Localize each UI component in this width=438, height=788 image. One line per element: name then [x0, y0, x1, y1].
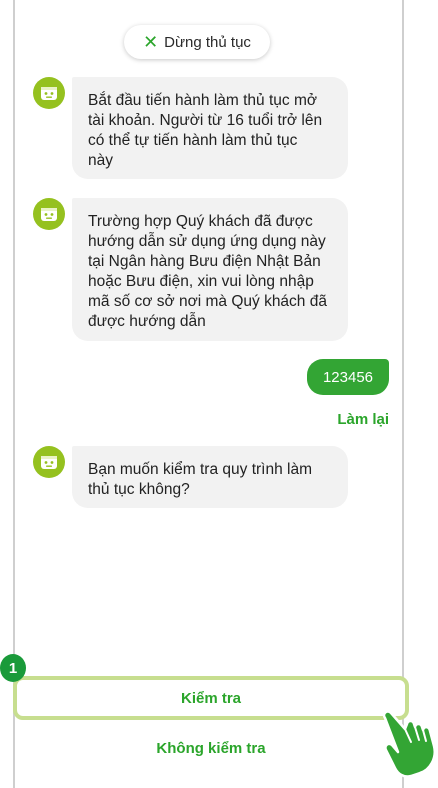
step-number-badge: 1 [0, 654, 26, 682]
check-button[interactable]: Kiểm tra [13, 676, 409, 720]
bot-message: Trường hợp Quý khách đã được hướng dẫn s… [72, 198, 348, 341]
chat-screen: ✕ Dừng thủ tục Bắt đầu tiến hành làm thủ… [0, 0, 438, 788]
user-message: 123456 [307, 359, 389, 395]
bot-message: Bắt đầu tiến hành làm thủ tục mở tài kho… [72, 77, 348, 179]
bot-message: Bạn muốn kiểm tra quy trình làm thủ tục … [72, 446, 348, 508]
bot-avatar-icon [33, 446, 65, 478]
stop-procedure-label: Dừng thủ tục [164, 33, 251, 51]
close-x-icon: ✕ [143, 32, 159, 52]
bot-avatar-icon [33, 77, 65, 109]
stop-procedure-button[interactable]: ✕ Dừng thủ tục [124, 25, 270, 59]
tap-hand-icon [382, 710, 436, 778]
no-check-button[interactable]: Không kiểm tra [13, 735, 409, 761]
bot-avatar-icon [33, 198, 65, 230]
redo-link[interactable]: Làm lại [337, 411, 389, 428]
